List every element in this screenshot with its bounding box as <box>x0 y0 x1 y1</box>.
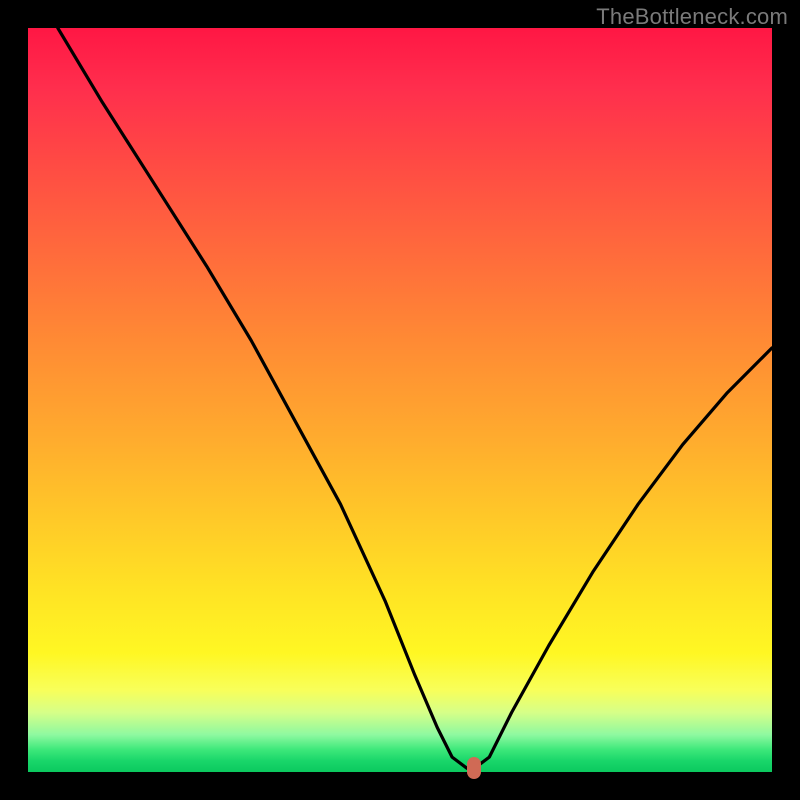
watermark-text: TheBottleneck.com <box>596 4 788 30</box>
chart-frame: TheBottleneck.com <box>0 0 800 800</box>
bottleneck-curve <box>28 28 772 772</box>
curve-path <box>58 28 772 768</box>
minimum-marker <box>467 757 481 779</box>
